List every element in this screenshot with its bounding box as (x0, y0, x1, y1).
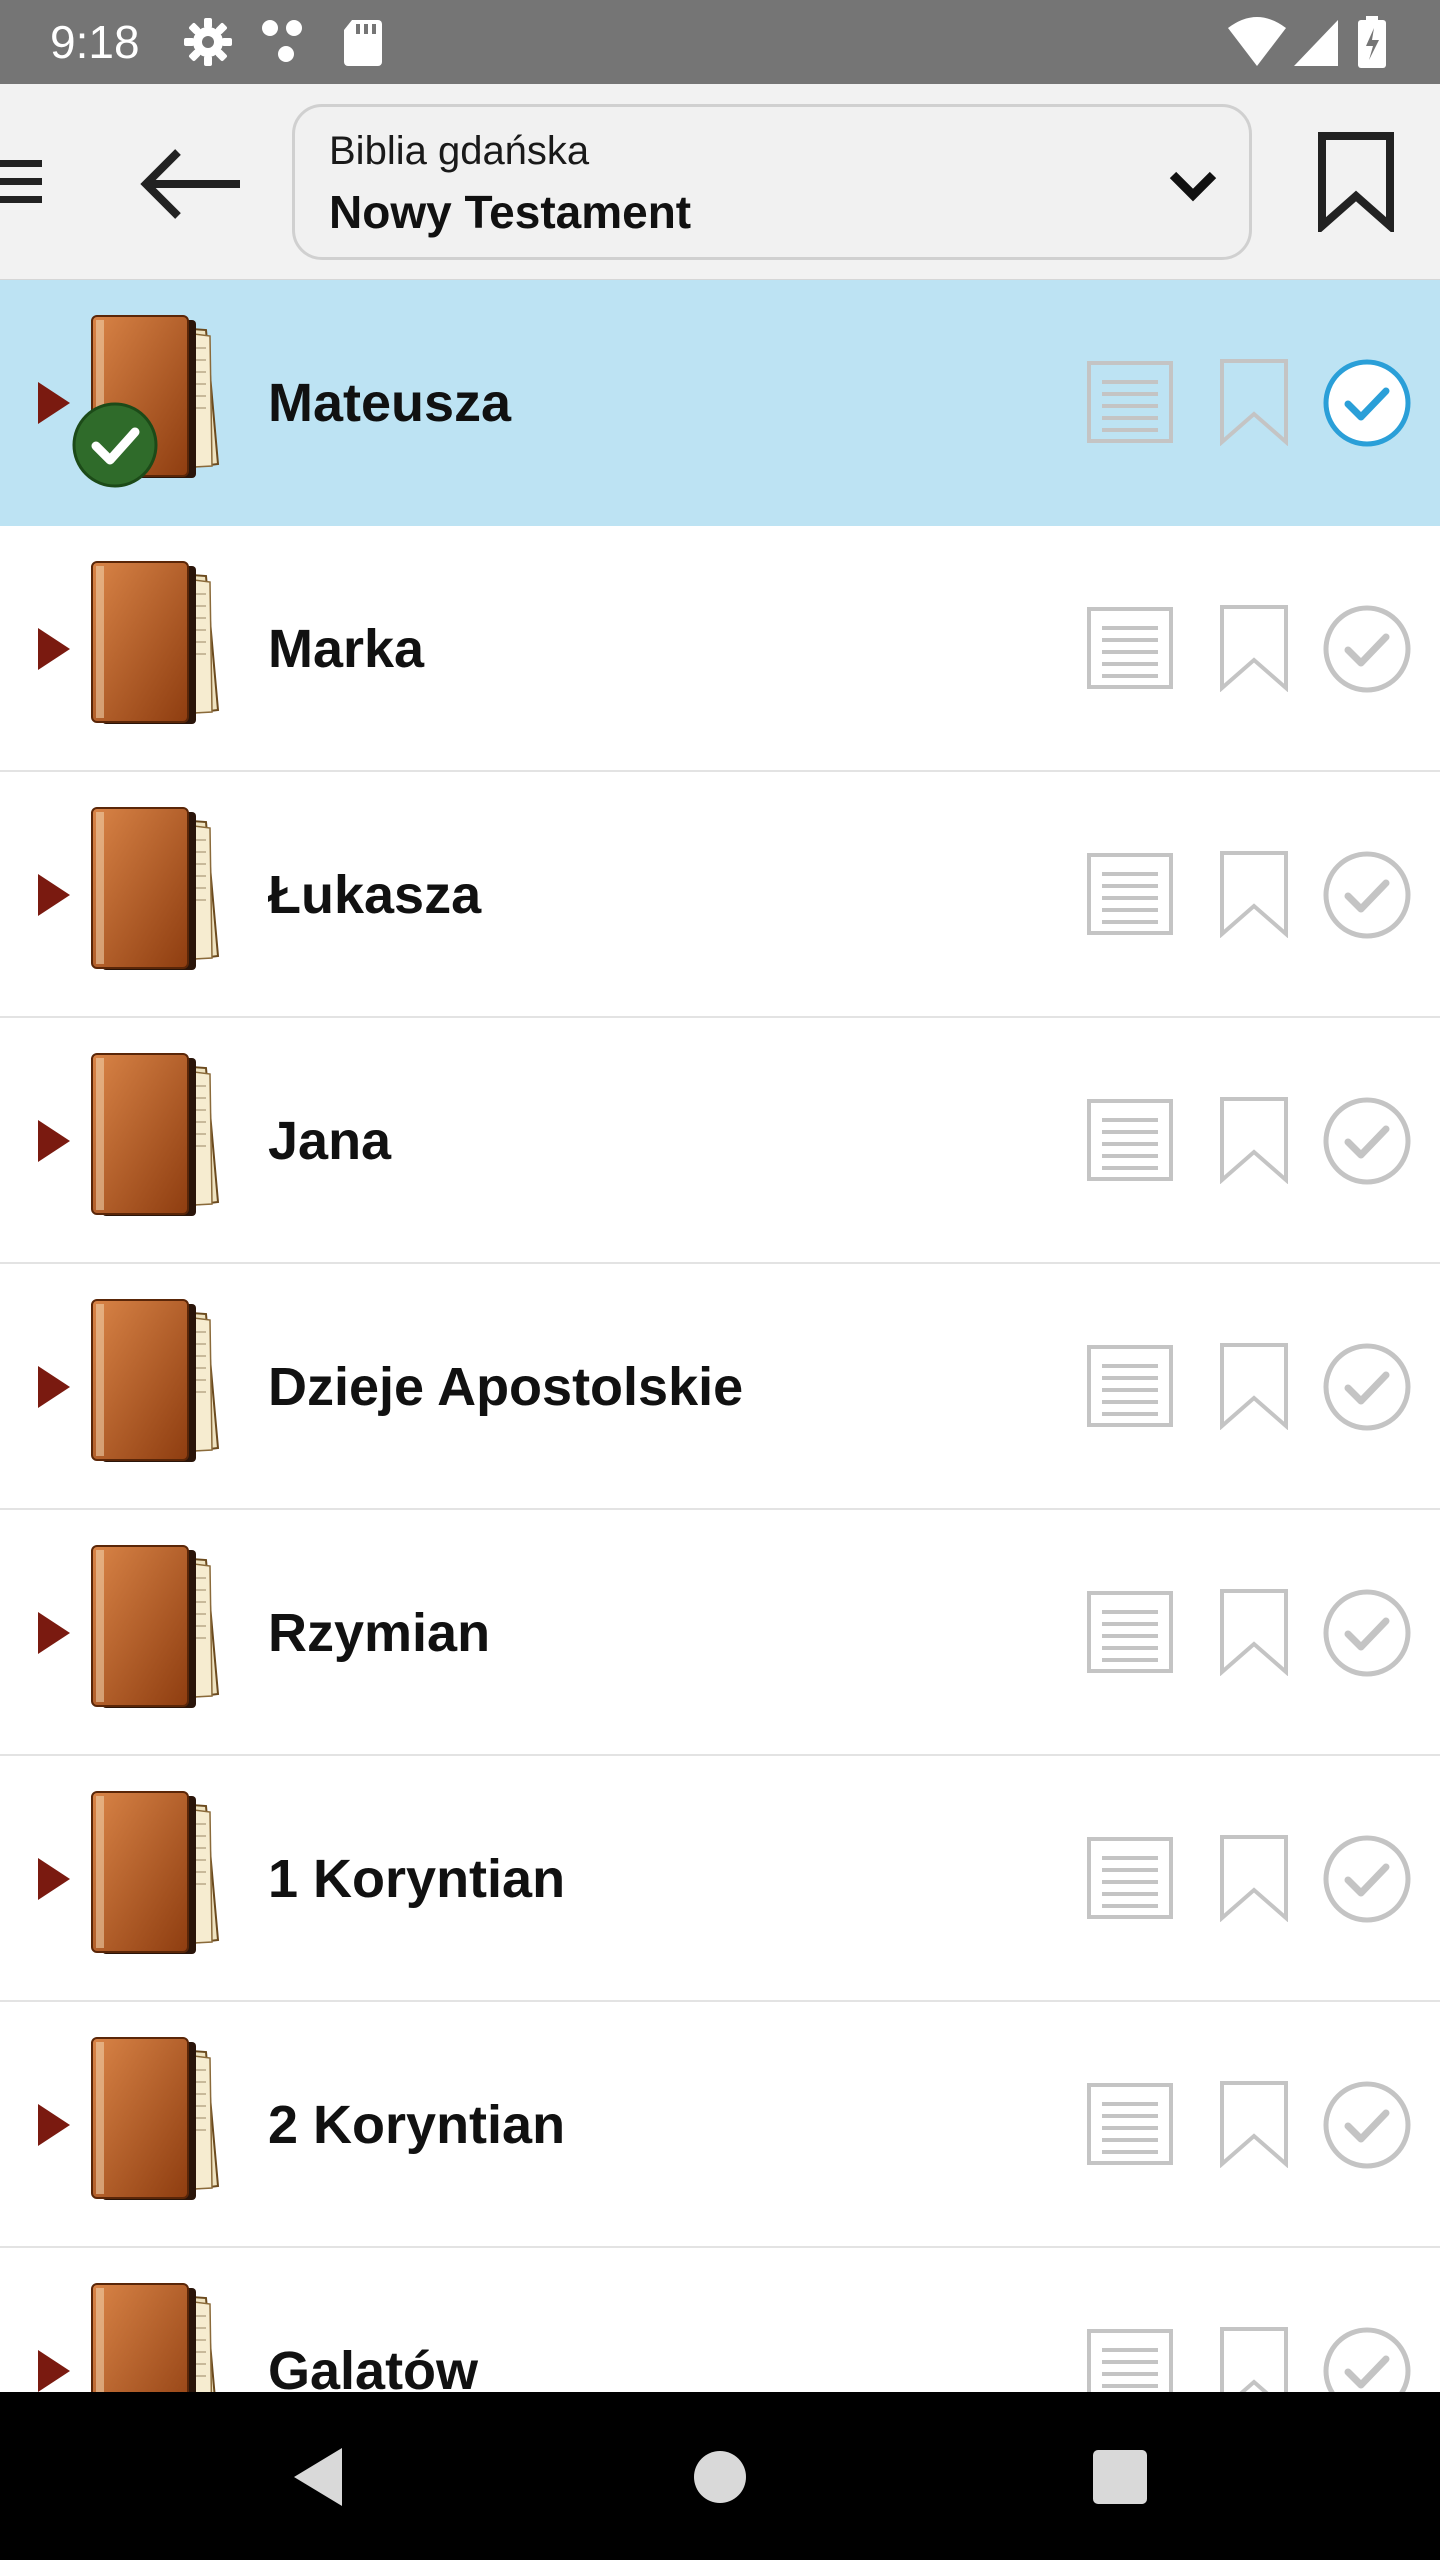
bookmark-outline-icon[interactable] (1218, 1588, 1290, 1676)
book-title: Marka (268, 619, 425, 679)
back-triangle-icon[interactable] (286, 2442, 356, 2512)
battery-icon (1358, 16, 1386, 68)
book-title: Dzieje Apostolskie (268, 1357, 744, 1417)
expand-arrow-icon[interactable] (34, 2102, 74, 2148)
bookmark-outline-icon[interactable] (1218, 1834, 1290, 1922)
book-icon (91, 1791, 220, 1954)
book-row[interactable]: Dzieje Apostolskie (0, 1264, 1440, 1510)
translation-selector[interactable]: Biblia gdańska Nowy Testament (292, 104, 1252, 260)
book-icon (91, 807, 220, 970)
book-row[interactable]: Galatów (0, 2248, 1440, 2392)
check-circle-icon[interactable] (1322, 1588, 1412, 1678)
book-row[interactable]: Marka (0, 526, 1440, 772)
bookmark-outline-icon[interactable] (1218, 2080, 1290, 2168)
book-row[interactable]: 2 Koryntian (0, 2002, 1440, 2248)
book-title: Galatów (268, 2341, 479, 2392)
chevron-down-icon (1169, 171, 1217, 202)
chapters-list-icon[interactable] (1086, 2328, 1174, 2392)
testament-name: Nowy Testament (329, 186, 692, 238)
back-arrow-icon[interactable] (136, 144, 244, 224)
expand-arrow-icon[interactable] (34, 380, 74, 426)
check-circle-icon[interactable] (1322, 1342, 1412, 1432)
expand-arrow-icon[interactable] (34, 1118, 74, 1164)
recents-square-icon[interactable] (1085, 2442, 1155, 2512)
bookmark-outline-icon[interactable] (1218, 1096, 1290, 1184)
book-title: Jana (268, 1111, 392, 1171)
check-circle-icon[interactable] (1322, 1834, 1412, 1924)
expand-arrow-icon[interactable] (34, 1610, 74, 1656)
check-circle-icon[interactable] (1322, 2326, 1412, 2392)
home-circle-icon[interactable] (685, 2442, 755, 2512)
toolbar: Biblia gdańska Nowy Testament (0, 84, 1440, 280)
book-icon (91, 2283, 216, 2392)
wifi-icon (1228, 17, 1286, 66)
book-icon (91, 561, 220, 724)
chapters-list-icon[interactable] (1086, 1098, 1174, 1182)
bookmark-outline-icon[interactable] (1218, 2326, 1290, 2392)
expand-arrow-icon[interactable] (34, 872, 74, 918)
chapters-list-icon[interactable] (1086, 606, 1174, 690)
bookmark-outline-icon[interactable] (1218, 604, 1290, 692)
signal-icon (1294, 20, 1338, 66)
expand-arrow-icon[interactable] (34, 2348, 74, 2392)
book-row[interactable]: Łukasza (0, 772, 1440, 1018)
book-row[interactable]: Jana (0, 1018, 1440, 1264)
check-circle-icon[interactable] (1322, 358, 1412, 448)
book-icon (91, 2037, 220, 2200)
book-row[interactable]: Mateusza (0, 280, 1440, 526)
check-circle-icon[interactable] (1322, 604, 1412, 694)
book-icon (91, 1053, 220, 1216)
bookmark-outline-icon[interactable] (1218, 1342, 1290, 1430)
read-check-badge-icon (72, 402, 158, 488)
menu-icon[interactable] (0, 154, 44, 210)
dots-icon (262, 20, 302, 62)
gear-icon (184, 18, 232, 66)
book-title: Łukasza (268, 865, 482, 925)
book-row[interactable]: Rzymian (0, 1510, 1440, 1756)
book-title: 2 Koryntian (268, 2095, 566, 2155)
bookmark-outline-icon[interactable] (1218, 358, 1290, 446)
expand-arrow-icon[interactable] (34, 1856, 74, 1902)
chapters-list-icon[interactable] (1086, 2082, 1174, 2166)
chapters-list-icon[interactable] (1086, 360, 1174, 444)
bookmark-outline-icon[interactable] (1218, 850, 1290, 938)
translation-name: Biblia gdańska (329, 129, 590, 173)
book-icon (91, 1545, 220, 1708)
book-title: Rzymian (268, 1603, 491, 1663)
check-circle-icon[interactable] (1322, 1096, 1412, 1186)
book-row[interactable]: 1 Koryntian (0, 1756, 1440, 2002)
book-title: 1 Koryntian (268, 1849, 566, 1909)
sd-card-icon (344, 20, 382, 66)
chapters-list-icon[interactable] (1086, 852, 1174, 936)
check-circle-icon[interactable] (1322, 850, 1412, 940)
check-circle-icon[interactable] (1322, 2080, 1412, 2170)
chapters-list-icon[interactable] (1086, 1836, 1174, 1920)
chapters-list-icon[interactable] (1086, 1590, 1174, 1674)
bookmark-icon[interactable] (1316, 132, 1396, 232)
status-time: 9:18 (50, 16, 140, 68)
expand-arrow-icon[interactable] (34, 1364, 74, 1410)
book-list: Mateusza Marka Łukasza Jana Dzieje Apost… (0, 280, 1440, 2392)
status-bar: 9:18 (0, 0, 1440, 84)
navigation-bar (0, 2392, 1440, 2560)
book-icon (91, 1299, 220, 1462)
book-title: Mateusza (268, 373, 512, 433)
expand-arrow-icon[interactable] (34, 626, 74, 672)
chapters-list-icon[interactable] (1086, 1344, 1174, 1428)
